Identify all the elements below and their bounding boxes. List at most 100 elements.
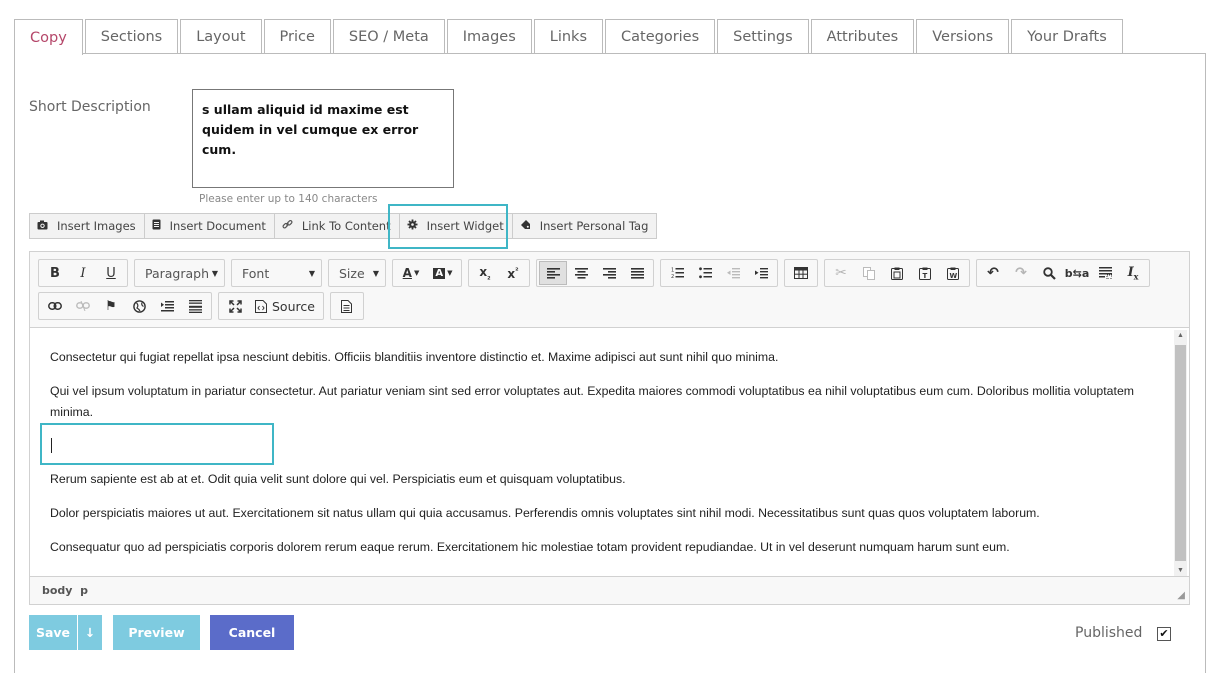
table-icon xyxy=(794,267,808,279)
numbered-list-button[interactable]: 12 xyxy=(663,261,691,285)
save-options-button[interactable]: ↓ xyxy=(78,615,102,650)
content-scrollbar[interactable]: ▲ ▼ xyxy=(1174,330,1187,576)
bulleted-list-button[interactable] xyxy=(691,261,719,285)
remove-format-button[interactable]: Ix xyxy=(1119,261,1147,285)
element-path[interactable]: body p xyxy=(42,584,88,597)
link-to-content-button[interactable]: Link To Content xyxy=(275,214,400,238)
text-color-button[interactable]: A ▼ xyxy=(395,261,427,285)
subscript-button[interactable]: x₂ xyxy=(471,261,499,285)
blockquote-button[interactable] xyxy=(153,294,181,318)
scroll-down-arrow-icon[interactable]: ▼ xyxy=(1174,567,1187,574)
tab-versions[interactable]: Versions xyxy=(916,19,1010,54)
paragraph: Consectetur qui fugiat repellat ipsa nes… xyxy=(50,350,779,364)
font-dropdown-value: Font xyxy=(242,265,270,281)
italic-button[interactable]: I xyxy=(69,261,97,285)
tools-group: Source xyxy=(218,292,324,320)
align-center-button[interactable] xyxy=(567,261,595,285)
unlink-button[interactable] xyxy=(69,294,97,318)
history-group: ↶ ↷ b⇆a Ix xyxy=(976,259,1150,287)
svg-text:T: T xyxy=(923,272,928,280)
insert-images-button[interactable]: Insert Images xyxy=(30,214,145,238)
align-center-icon xyxy=(574,267,588,279)
text-color-icon: A xyxy=(402,266,412,280)
resize-handle-icon[interactable]: ◢ xyxy=(1177,590,1185,601)
bold-button[interactable]: B xyxy=(41,261,69,285)
published-label: Published xyxy=(1075,625,1143,641)
scroll-up-arrow-icon[interactable]: ▲ xyxy=(1174,332,1187,339)
tab-layout[interactable]: Layout xyxy=(180,19,262,54)
iframe-button[interactable] xyxy=(125,294,153,318)
templates-button[interactable] xyxy=(333,294,361,318)
tab-sections[interactable]: Sections xyxy=(84,19,179,54)
redo-icon: ↷ xyxy=(1015,265,1027,281)
tab-attributes[interactable]: Attributes xyxy=(810,19,915,54)
find-button[interactable] xyxy=(1035,261,1063,285)
redo-button[interactable]: ↷ xyxy=(1007,261,1035,285)
select-all-button[interactable] xyxy=(1091,261,1119,285)
unlink-icon xyxy=(76,301,90,311)
horizontal-rule-button[interactable] xyxy=(181,294,209,318)
maximize-icon xyxy=(228,299,242,313)
superscript-button[interactable]: x² xyxy=(499,261,527,285)
short-description-label: Short Description xyxy=(29,99,151,115)
rich-text-editor: B I U Paragraph ▼ Font ▼ Size ▼ A ▼ A ▼ x₂… xyxy=(29,251,1190,605)
replace-button[interactable]: b⇆a xyxy=(1063,261,1091,285)
paste-button[interactable] xyxy=(883,261,911,285)
chevron-down-icon: ▼ xyxy=(211,268,218,278)
tab-seo-meta[interactable]: SEO / Meta xyxy=(332,19,445,54)
align-left-button[interactable] xyxy=(539,261,567,285)
table-group xyxy=(784,259,818,287)
clipboard-group: ✂ T W xyxy=(824,259,970,287)
undo-button[interactable]: ↶ xyxy=(979,261,1007,285)
table-button[interactable] xyxy=(787,261,815,285)
remove-format-icon: Ix xyxy=(1127,264,1139,282)
indent-button[interactable] xyxy=(747,261,775,285)
tab-categories[interactable]: Categories xyxy=(605,19,716,54)
anchor-button[interactable]: ⚑ xyxy=(97,294,125,318)
tab-price[interactable]: Price xyxy=(263,19,331,54)
paragraph: Rerum sapiente est ab at et. Odit quia v… xyxy=(50,472,626,486)
cancel-button[interactable]: Cancel xyxy=(210,615,294,650)
save-button[interactable]: Save xyxy=(29,615,77,650)
insert-images-label: Insert Images xyxy=(57,219,136,233)
insert-document-button[interactable]: Insert Document xyxy=(145,214,275,238)
outdent-button[interactable] xyxy=(719,261,747,285)
justify-button[interactable] xyxy=(623,261,651,285)
tab-links[interactable]: Links xyxy=(533,19,603,54)
list-group: 12 xyxy=(660,259,778,287)
underline-button[interactable]: U xyxy=(97,261,125,285)
paste-text-button[interactable]: T xyxy=(911,261,939,285)
paragraph: Qui vel ipsum voluptatum in pariatur con… xyxy=(50,384,1135,419)
copy-button[interactable] xyxy=(855,261,883,285)
maximize-button[interactable] xyxy=(221,294,249,318)
paste-word-button[interactable]: W xyxy=(939,261,967,285)
preview-button[interactable]: Preview xyxy=(113,615,200,650)
chevron-down-icon: ▼ xyxy=(372,268,379,278)
align-right-button[interactable] xyxy=(595,261,623,285)
justify-icon xyxy=(630,267,644,279)
link-button[interactable] xyxy=(41,294,69,318)
published-checkbox[interactable]: ✔ xyxy=(1157,627,1171,641)
align-right-icon xyxy=(602,267,616,279)
paste-word-icon: W xyxy=(947,267,959,280)
background-color-button[interactable]: A ▼ xyxy=(427,261,459,285)
tab-copy[interactable]: Copy xyxy=(14,19,83,55)
source-label: Source xyxy=(272,298,315,314)
size-dropdown[interactable]: Size ▼ xyxy=(328,259,386,287)
svg-text:1: 1 xyxy=(671,268,674,274)
link-icon xyxy=(282,219,293,233)
scrollbar-thumb[interactable] xyxy=(1175,345,1186,561)
format-dropdown[interactable]: Paragraph ▼ xyxy=(134,259,225,287)
tab-images[interactable]: Images xyxy=(446,19,532,54)
insert-personal-tag-button[interactable]: Insert Personal Tag xyxy=(513,214,657,238)
editor-content-area[interactable]: Consectetur qui fugiat repellat ipsa nes… xyxy=(30,327,1189,577)
align-left-icon xyxy=(546,267,560,279)
tab-settings[interactable]: Settings xyxy=(717,19,809,54)
tab-your-drafts[interactable]: Your Drafts xyxy=(1011,19,1123,54)
short-description-textarea[interactable]: s ullam aliquid id maxime est quidem in … xyxy=(192,89,454,188)
checkmark-icon: ✔ xyxy=(1159,627,1169,640)
cut-button[interactable]: ✂ xyxy=(827,261,855,285)
scissors-icon: ✂ xyxy=(835,265,847,281)
font-dropdown[interactable]: Font ▼ xyxy=(231,259,322,287)
source-button[interactable]: Source xyxy=(249,294,321,318)
